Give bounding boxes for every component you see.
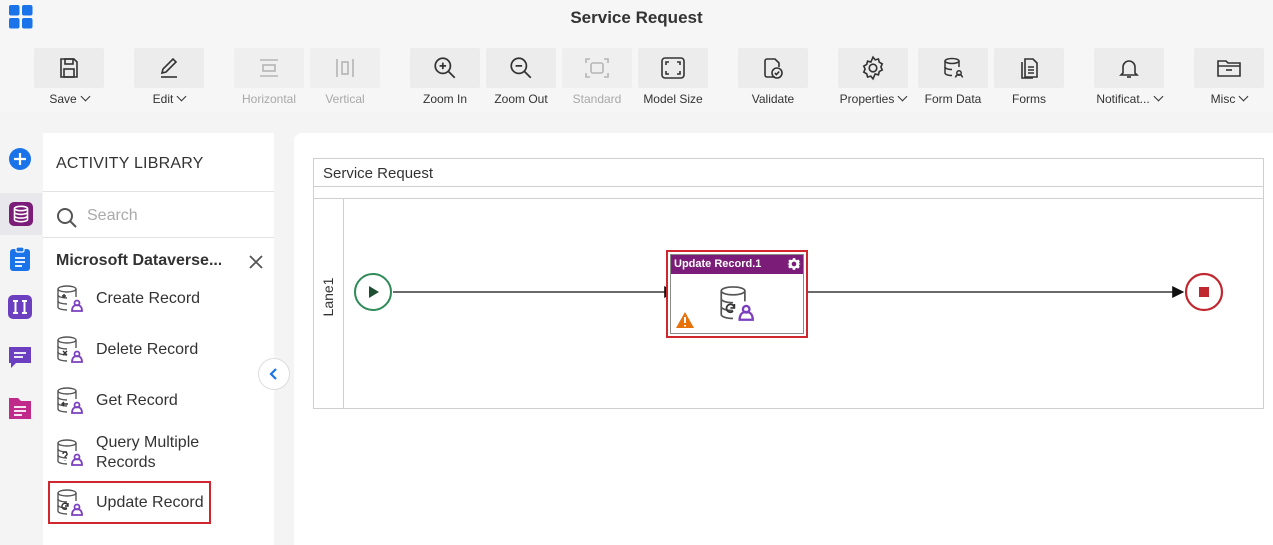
title-bar: Service Request [0,0,1273,38]
library-item-label: Get Record [96,392,178,409]
library-item-delete-record[interactable]: Delete Record [53,330,263,370]
end-event[interactable] [1184,272,1224,312]
chat-icon [9,347,31,368]
library-title: ACTIVITY LIBRARY [56,155,204,172]
zoom-in-icon [434,57,456,79]
activity-header: Update Record.1 [671,255,803,274]
chevron-left-icon [269,368,277,380]
zoom-out-button[interactable]: Zoom Out [486,48,556,112]
rail-variables-button[interactable] [6,293,34,321]
horizontal-button[interactable]: Horizontal [234,48,304,112]
chevron-down-icon [1153,91,1164,102]
warning-icon[interactable] [675,311,695,329]
rail-tasks-button[interactable] [6,245,34,273]
library-item-create-record[interactable]: Create Record [53,279,263,319]
left-rail [0,133,42,545]
rail-add-button[interactable] [6,145,34,173]
start-event[interactable] [354,273,392,311]
form-data-icon [944,57,964,78]
validate-icon [764,58,783,79]
chevron-down-icon [176,91,187,102]
activity-library-panel: ACTIVITY LIBRARY Microsoft Dataverse... … [43,133,274,545]
pencil-icon [160,57,178,78]
divider [43,191,274,192]
gear-icon[interactable] [787,257,801,271]
page-title: Service Request [570,8,703,27]
library-search-input[interactable] [87,205,257,227]
database-create-icon [57,285,83,312]
model-size-button[interactable]: Model Size [638,48,708,112]
horizontal-layout-icon [260,59,278,77]
clipboard-icon [10,246,30,271]
library-item-label: Update Record [96,494,204,511]
database-icon [9,202,33,226]
chevron-down-icon [1238,91,1249,102]
rail-messages-button[interactable] [6,343,34,371]
fit-screen-icon [661,57,685,79]
standard-size-icon [585,58,609,78]
plus-circle-icon [9,148,31,170]
save-button[interactable]: Save [34,48,104,112]
form-data-button[interactable]: Form Data [918,48,988,112]
variables-icon [8,295,32,319]
search-icon [57,208,77,228]
library-item-label: Delete Record [96,341,199,358]
properties-label: Properties [839,92,895,106]
database-update-icon [57,489,83,516]
vertical-button[interactable]: Vertical [310,48,380,112]
edit-label: Edit [152,92,174,106]
database-update-icon [720,286,754,321]
forms-button[interactable]: Forms [994,48,1064,112]
save-icon [60,58,78,78]
gear-icon [862,55,884,81]
pool-title: Service Request [323,165,434,182]
database-delete-icon [57,336,83,363]
activity-box: Update Record.1 [670,254,804,334]
rail-data-button[interactable] [0,193,42,235]
validate-label: Validate [751,92,795,106]
edit-button[interactable]: Edit [134,48,204,112]
library-item-label: Query Multiple Records [96,434,200,471]
zoom-in-button[interactable]: Zoom In [410,48,480,112]
misc-label: Misc [1210,92,1236,106]
library-item-get-record[interactable]: Get Record [53,381,263,421]
database-get-icon [57,387,83,414]
forms-label: Forms [1012,92,1046,106]
document-folder-icon [9,398,31,419]
stop-icon [1199,287,1209,297]
properties-button[interactable]: Properties [838,48,908,112]
validate-button[interactable]: Validate [738,48,808,112]
category-title: Microsoft Dataverse... [56,252,221,269]
forms-icon [1021,58,1038,79]
database-query-icon [57,439,83,466]
standard-button[interactable]: Standard [562,48,632,112]
vertical-label: Vertical [325,92,365,106]
folder-icon [1217,60,1241,77]
bell-icon [1119,60,1139,78]
activity-update-record[interactable]: Update Record.1 [666,250,808,338]
divider [43,237,274,238]
notifications-button[interactable]: Notificat... [1094,48,1164,112]
rail-documents-button[interactable] [6,394,34,422]
vertical-layout-icon [336,59,354,77]
library-item-label: Create Record [96,290,201,307]
notifications-label: Notificat... [1096,92,1150,106]
misc-button[interactable]: Misc [1194,48,1264,112]
activity-title: Update Record.1 [674,258,762,270]
process-canvas[interactable]: Service Request Lane1 Update Record.1 [294,133,1273,545]
save-label: Save [49,92,77,106]
toolbar: Save Edit Horizontal Vertical Zoom In Zo… [0,38,1273,112]
collapse-panel-button[interactable] [258,358,290,390]
zoom-out-icon [510,57,532,79]
library-item-query-multiple-records[interactable]: Query Multiple Records [53,431,263,475]
close-icon[interactable] [247,253,265,271]
model-size-label: Model Size [643,92,703,106]
library-item-update-record[interactable]: Update Record [48,481,211,524]
chevron-down-icon [80,91,91,102]
pool-header: Service Request [314,159,1263,187]
